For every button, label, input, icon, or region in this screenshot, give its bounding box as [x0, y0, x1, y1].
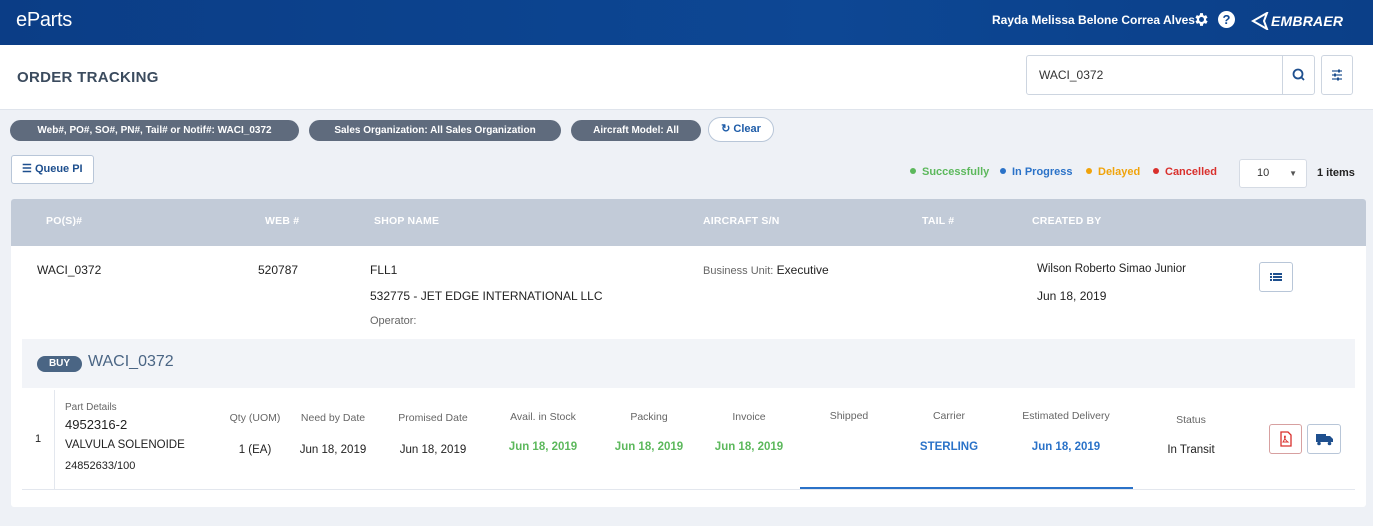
packing-label: Packing — [630, 411, 668, 423]
delivery-label: Estimated Delivery — [1022, 410, 1110, 422]
search-button[interactable] — [1282, 56, 1314, 94]
list-icon — [1270, 273, 1282, 281]
part-sub-number: 24852633/100 — [65, 460, 136, 472]
app-logo[interactable]: eParts — [16, 9, 72, 32]
buy-badge: BUY — [37, 356, 82, 372]
brand-name: EMBRAER — [1271, 13, 1344, 29]
status-value: In Transit — [1167, 444, 1215, 456]
status-label: Status — [1176, 414, 1206, 426]
embraer-logo: EMBRAER — [1249, 12, 1361, 30]
qty-value: 1 (EA) — [238, 444, 272, 456]
col-tail[interactable]: TAIL # — [922, 215, 954, 227]
order-subheader: BUY WACI_0372 — [22, 339, 1355, 388]
promised-value: Jun 18, 2019 — [399, 444, 467, 456]
page-header: ORDER TRACKING — [0, 45, 1373, 110]
help-icon[interactable]: ? — [1218, 11, 1235, 28]
pdf-icon — [1280, 431, 1292, 447]
part-description: VALVULA SOLENOIDE — [65, 439, 185, 451]
row-operator-label: Operator: — [370, 315, 417, 327]
filter-chip-aircraft-model[interactable]: Aircraft Model: All — [571, 120, 701, 141]
search-box — [1026, 55, 1315, 95]
search-input[interactable] — [1027, 56, 1283, 94]
row-created-by: Wilson Roberto Simao Junior — [1037, 263, 1186, 275]
delivery-value: Jun 18, 2019 — [1031, 441, 1101, 453]
filter-chip-sales-org[interactable]: Sales Organization: All Sales Organizati… — [309, 120, 561, 141]
top-bar: eParts Rayda Melissa Belone Correa Alves… — [0, 0, 1373, 45]
row-business-unit: Business Unit: Executive — [703, 263, 829, 277]
sliders-icon — [1332, 69, 1342, 81]
user-name[interactable]: Rayda Melissa Belone Correa Alves — [992, 13, 1195, 27]
carrier-label: Carrier — [932, 410, 966, 422]
legend-successfully: Successfully — [910, 166, 989, 178]
need-by-value: Jun 18, 2019 — [299, 444, 367, 456]
orders-table: PO(S)# WEB # SHOP NAME AIRCRAFT S/N TAIL… — [11, 199, 1366, 507]
clear-label: Clear — [733, 123, 761, 135]
col-shop-name[interactable]: SHOP NAME — [374, 215, 439, 227]
col-created-by[interactable]: CREATED BY — [1032, 215, 1101, 227]
need-by-label: Need by Date — [300, 412, 366, 424]
shipped-label: Shipped — [829, 410, 869, 422]
item-index: 1 — [35, 433, 42, 445]
order-details-button[interactable] — [1259, 262, 1293, 292]
chevron-down-icon: ▼ — [1289, 169, 1297, 178]
part-details-label: Part Details — [65, 402, 117, 413]
stock-value: Jun 18, 2019 — [508, 441, 578, 453]
gear-icon[interactable] — [1193, 11, 1210, 28]
part-number: 4952316-2 — [65, 417, 128, 432]
invoice-value: Jun 18, 2019 — [714, 441, 784, 453]
legend-in-progress: In Progress — [1000, 166, 1073, 178]
item-divider — [54, 390, 55, 489]
promised-label: Promised Date — [398, 412, 468, 424]
clear-filters-button[interactable]: ↻ Clear — [708, 117, 774, 142]
list-icon: ☰ — [22, 163, 32, 175]
table-header: PO(S)# WEB # SHOP NAME AIRCRAFT S/N TAIL… — [11, 199, 1366, 246]
col-web[interactable]: WEB # — [265, 215, 299, 227]
advanced-filter-button[interactable] — [1321, 55, 1353, 95]
truck-icon — [1316, 434, 1333, 446]
queue-pi-button[interactable]: ☰ Queue PI — [11, 155, 94, 184]
page-title: ORDER TRACKING — [17, 69, 159, 86]
invoice-label: Invoice — [732, 411, 766, 423]
col-po[interactable]: PO(S)# — [46, 215, 82, 227]
pdf-download-button[interactable] — [1269, 424, 1302, 454]
items-count: 1 items — [1317, 167, 1355, 179]
row-shop-customer: 532775 - JET EDGE INTERNATIONAL LLC — [370, 289, 603, 303]
stock-label: Avail. in Stock — [510, 411, 576, 423]
page-size-value: 10 — [1257, 167, 1270, 179]
packing-value: Jun 18, 2019 — [614, 441, 684, 453]
row-created-date: Jun 18, 2019 — [1037, 289, 1107, 303]
search-icon — [1292, 68, 1305, 81]
carrier-value[interactable]: STERLING — [905, 441, 993, 453]
legend-delayed: Delayed — [1086, 166, 1140, 178]
tracking-button[interactable] — [1307, 424, 1341, 454]
page-size-select[interactable]: 10 ▼ — [1239, 159, 1307, 188]
queue-label: Queue PI — [34, 163, 83, 175]
shipment-progress-line — [800, 487, 1133, 489]
legend-cancelled: Cancelled — [1153, 166, 1217, 178]
item-bottom-divider — [22, 489, 1355, 490]
refresh-icon: ↻ — [721, 123, 731, 135]
row-web: 520787 — [258, 263, 299, 277]
col-aircraft-sn[interactable]: AIRCRAFT S/N — [703, 215, 779, 227]
filter-chip-search[interactable]: Web#, PO#, SO#, PN#, Tail# or Notif#: WA… — [10, 120, 299, 141]
row-po[interactable]: WACI_0372 — [37, 263, 101, 277]
qty-label: Qty (UOM) — [229, 412, 281, 424]
order-number[interactable]: WACI_0372 — [88, 353, 174, 371]
row-shop-name: FLL1 — [370, 263, 398, 277]
